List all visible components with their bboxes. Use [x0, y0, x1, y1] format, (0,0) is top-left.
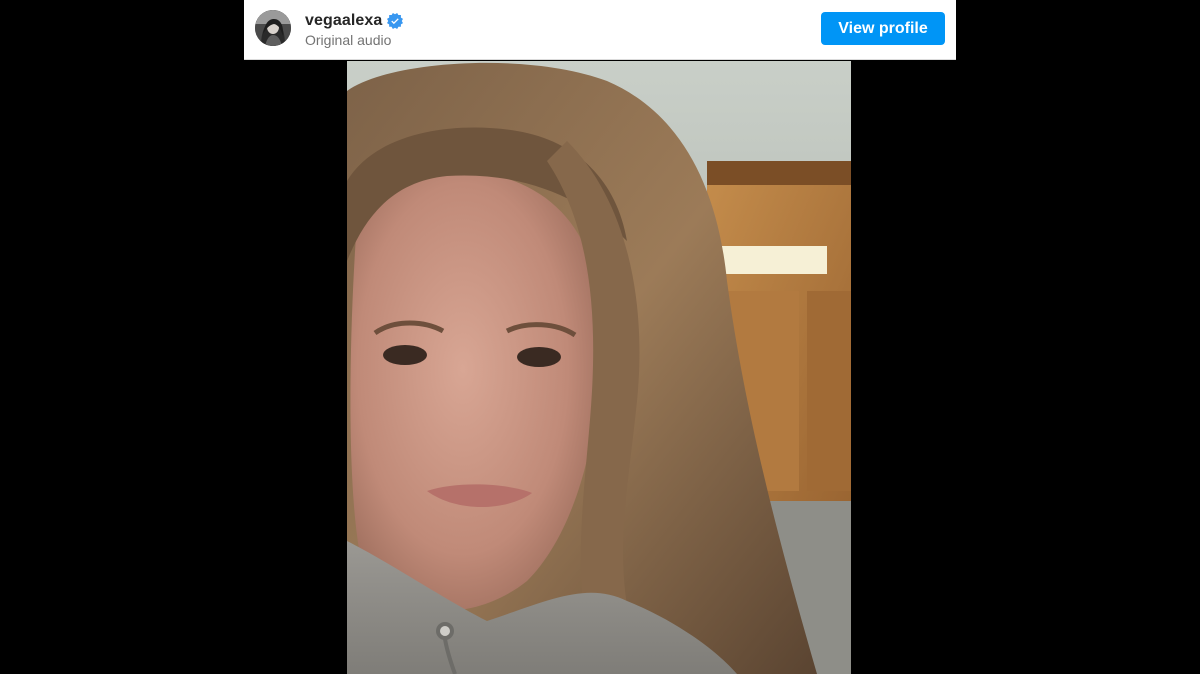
verified-badge-icon	[387, 13, 404, 29]
instagram-embed: vegaalexa Original audio View profile	[244, 0, 956, 674]
video-player[interactable]	[347, 61, 851, 674]
audio-label[interactable]: Original audio	[305, 32, 403, 48]
view-profile-button[interactable]: View profile	[821, 12, 945, 45]
user-info: vegaalexa Original audio	[305, 11, 404, 48]
embed-header: vegaalexa Original audio View profile	[244, 0, 956, 60]
page: vegaalexa Original audio View profile	[0, 0, 1200, 674]
username-row: vegaalexa	[305, 11, 404, 31]
video-frame	[347, 61, 851, 674]
avatar[interactable]	[255, 10, 291, 46]
username-link[interactable]: vegaalexa	[305, 12, 382, 30]
